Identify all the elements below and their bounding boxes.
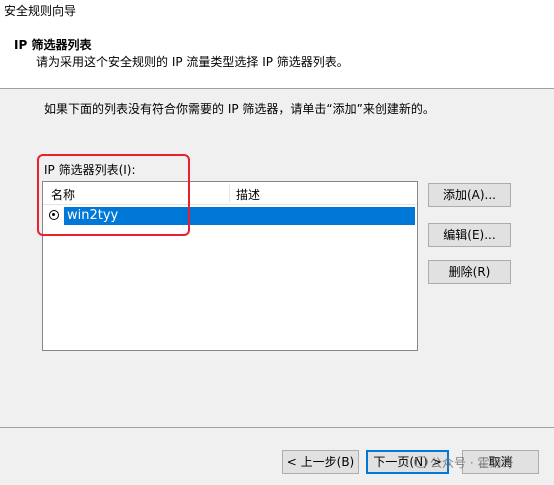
wizard-window: 安全规则向导 IP 筛选器列表 请为采用这个安全规则的 IP 流量类型选择 IP… xyxy=(0,0,554,485)
wizard-body: 如果下面的列表没有符合你需要的 IP 筛选器，请单击“添加”来创建新的。 IP … xyxy=(0,89,554,427)
window-title: 安全规则向导 xyxy=(4,4,77,18)
title-bar: 安全规则向导 xyxy=(0,0,554,20)
edit-button[interactable]: 编辑(E)... xyxy=(428,223,511,247)
watermark-text: 公众号 · 霍雨哥 xyxy=(430,456,514,470)
instruction-text: 如果下面的列表没有符合你需要的 IP 筛选器，请单击“添加”来创建新的。 xyxy=(44,102,435,116)
column-header-description[interactable]: 描述 xyxy=(236,186,260,203)
wechat-icon xyxy=(414,456,428,468)
column-header-name[interactable]: 名称 xyxy=(51,186,75,203)
watermark: 公众号 · 霍雨哥 xyxy=(414,454,513,471)
radio-selected-icon[interactable] xyxy=(49,210,59,220)
list-header: 名称 描述 xyxy=(43,182,417,205)
page-title: IP 筛选器列表 xyxy=(14,38,92,52)
page-description: 请为采用这个安全规则的 IP 流量类型选择 IP 筛选器列表。 xyxy=(36,55,349,69)
back-button[interactable]: < 上一步(B) xyxy=(282,450,359,474)
ip-filter-list[interactable]: 名称 描述 win2tyy xyxy=(42,181,418,351)
delete-button[interactable]: 删除(R) xyxy=(428,260,511,284)
add-button[interactable]: 添加(A)... xyxy=(428,183,511,207)
list-item[interactable]: win2tyy xyxy=(47,207,415,225)
wizard-header: IP 筛选器列表 请为采用这个安全规则的 IP 流量类型选择 IP 筛选器列表。 xyxy=(0,20,554,89)
list-item-name: win2tyy xyxy=(67,208,119,223)
ip-filter-list-label: IP 筛选器列表(I): xyxy=(44,163,136,177)
column-divider[interactable] xyxy=(229,184,230,202)
